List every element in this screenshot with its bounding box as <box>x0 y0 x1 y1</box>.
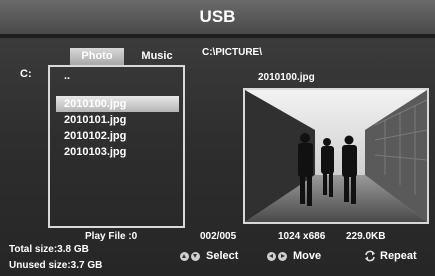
repeat-hint: Repeat <box>364 250 417 262</box>
left-arrow-icon <box>267 251 276 261</box>
repeat-hint-label: Repeat <box>380 250 417 262</box>
file-counter: 002/005 <box>200 231 237 242</box>
unused-size: Unused size:3.7 GB <box>9 260 103 271</box>
window-title: USB <box>0 0 435 34</box>
move-hint: Move <box>267 250 321 262</box>
file-item[interactable]: 2010101.jpg <box>56 112 179 128</box>
tab-photo[interactable]: Photo <box>70 48 124 65</box>
right-arrow-icon <box>278 251 287 261</box>
image-resolution: 1024 x686 <box>278 231 326 242</box>
file-item-selected[interactable]: 2010100.jpg <box>56 96 179 112</box>
up-arrow-icon <box>180 251 189 261</box>
file-item[interactable]: 2010102.jpg <box>56 128 179 144</box>
current-path: C:\PICTURE\ <box>202 47 262 58</box>
preview-image <box>245 90 427 222</box>
drive-label: C: <box>20 68 32 80</box>
file-list: .. 2010100.jpg 2010101.jpg 2010102.jpg 2… <box>48 65 185 228</box>
total-size: Total size:3.8 GB <box>9 244 89 255</box>
repeat-icon <box>365 250 375 262</box>
image-file-size: 229.0KB <box>346 231 386 242</box>
down-arrow-icon <box>191 251 200 261</box>
photo-preview <box>243 88 429 224</box>
usb-media-browser: USB C: Photo Music .. 2010100.jpg 201010… <box>0 0 435 276</box>
play-file-status: Play File :0 <box>85 231 138 242</box>
file-item[interactable]: 2010103.jpg <box>56 144 179 160</box>
move-hint-label: Move <box>293 250 322 262</box>
title-divider <box>0 34 435 38</box>
tab-music[interactable]: Music <box>135 48 179 65</box>
preview-filename: 2010100.jpg <box>258 72 315 83</box>
select-hint: Select <box>180 250 238 262</box>
parent-folder-item[interactable]: .. <box>64 70 70 82</box>
select-hint-label: Select <box>206 250 239 262</box>
